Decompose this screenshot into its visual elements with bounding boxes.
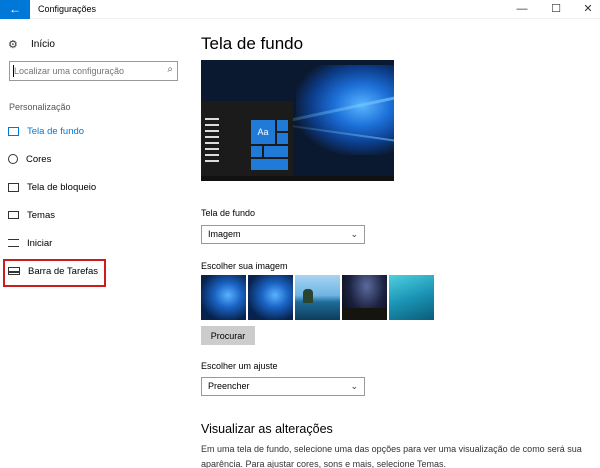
sidebar-item-temas[interactable]: Temas: [8, 207, 55, 223]
sidebar-item-tela-de-bloqueio[interactable]: Tela de bloqueio: [8, 179, 96, 195]
preview-tile: [277, 133, 288, 144]
preview-tile: [264, 146, 288, 157]
sidebar-item-label: Temas: [27, 209, 55, 221]
wallpaper-thumbnail-3[interactable]: [295, 275, 340, 320]
sidebar-item-tela-de-fundo[interactable]: Tela de fundo: [8, 123, 84, 139]
back-button[interactable]: ←: [0, 0, 30, 19]
maximize-button[interactable]: ☐: [540, 0, 572, 19]
wallpaper-thumbnail-2[interactable]: [248, 275, 293, 320]
sidebar-item-label: Iniciar: [27, 237, 53, 249]
arrow-left-icon: ←: [9, 2, 21, 16]
sidebar-item-label: Cores: [26, 153, 52, 165]
search-box[interactable]: ⌕: [9, 61, 178, 81]
dropdown-value: Preencher: [208, 381, 250, 391]
main-content: Tela de fundo Aa Tela de fundo Imagem ⌄ …: [190, 20, 600, 468]
wallpaper-thumbnail-1[interactable]: [201, 275, 246, 320]
palette-icon: [8, 154, 18, 164]
preview-tile: [277, 120, 288, 131]
window-title: Configurações: [38, 4, 97, 14]
section-label: Personalização: [9, 102, 71, 112]
background-type-dropdown[interactable]: Imagem ⌄: [201, 225, 365, 244]
sidebar-item-label: Tela de fundo: [27, 125, 85, 137]
home-label: Início: [31, 38, 55, 50]
background-type-label: Tela de fundo: [201, 208, 256, 218]
sidebar: ⚙ Início ⌕ Personalização Tela de fundo …: [0, 20, 190, 468]
gear-icon: ⚙: [8, 38, 18, 51]
image-thumbnails: [201, 275, 435, 320]
background-preview: Aa: [201, 60, 394, 181]
start-icon: [8, 239, 19, 247]
lock-screen-icon: [8, 182, 19, 192]
browse-button[interactable]: Procurar: [201, 326, 255, 345]
highlight-box: [3, 259, 106, 287]
fit-label: Escolher um ajuste: [201, 361, 278, 371]
search-input[interactable]: [12, 64, 160, 78]
sidebar-item-label: Tela de bloqueio: [27, 181, 97, 193]
choose-image-label: Escolher sua imagem: [201, 261, 288, 271]
sidebar-item-home[interactable]: ⚙ Início: [8, 36, 55, 52]
preview-tile: Aa: [251, 120, 275, 144]
preview-tile: [251, 159, 288, 170]
sidebar-item-cores[interactable]: Cores: [8, 151, 51, 167]
dropdown-value: Imagem: [208, 229, 241, 239]
picture-icon: [8, 126, 19, 136]
preview-tile: [251, 146, 262, 157]
fit-dropdown[interactable]: Preencher ⌄: [201, 377, 365, 396]
wallpaper-thumbnail-5[interactable]: [389, 275, 434, 320]
search-icon[interactable]: ⌕: [167, 64, 173, 75]
close-button[interactable]: ✕: [572, 0, 600, 19]
chevron-down-icon: ⌄: [350, 381, 358, 391]
preview-description: Em uma tela de fundo, selecione uma das …: [201, 444, 582, 468]
themes-icon: [8, 211, 19, 219]
sidebar-item-iniciar[interactable]: Iniciar: [8, 235, 52, 251]
page-title: Tela de fundo: [201, 34, 304, 53]
chevron-down-icon: ⌄: [350, 229, 358, 239]
minimize-button[interactable]: —: [506, 0, 538, 19]
preview-menu-list: [205, 118, 223, 172]
preview-taskbar: [201, 176, 394, 181]
title-bar: ← Configurações — ☐ ✕: [0, 0, 600, 19]
wallpaper-thumbnail-4[interactable]: [342, 275, 387, 320]
preview-section-title: Visualizar as alterações: [201, 422, 333, 436]
